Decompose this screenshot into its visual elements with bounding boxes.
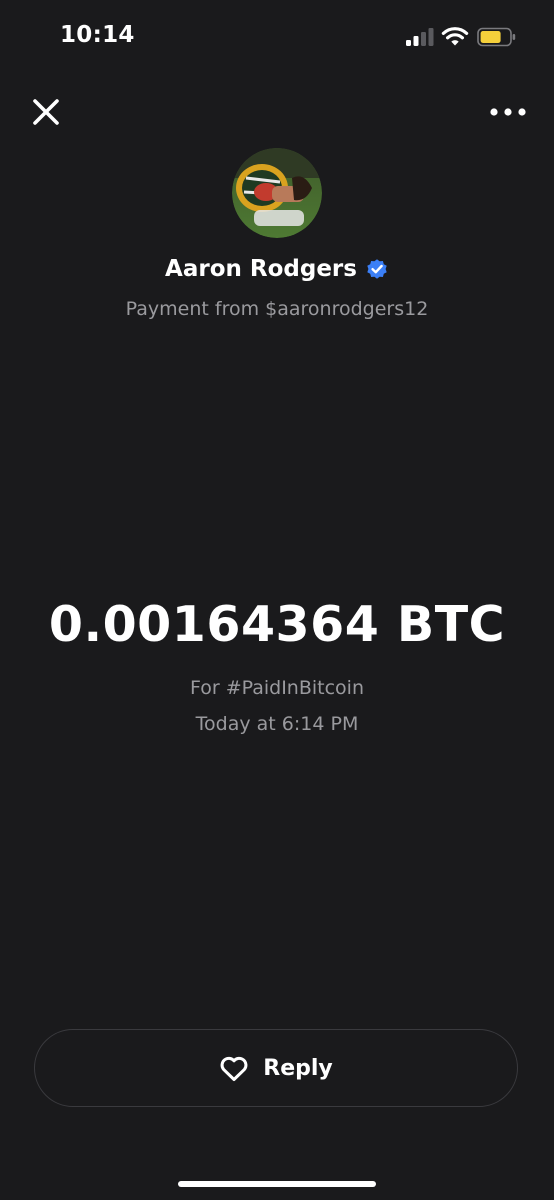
close-button[interactable]: [28, 94, 64, 130]
verified-badge-icon: [367, 259, 387, 279]
battery-icon: [477, 27, 516, 47]
avatar[interactable]: [232, 148, 322, 238]
wifi-icon: [441, 27, 469, 46]
profile-name-row: Aaron Rodgers: [0, 256, 554, 282]
cellular-signal-icon: [406, 28, 434, 46]
payment-memo: For #PaidInBitcoin: [189, 677, 365, 699]
more-options-button[interactable]: [486, 98, 530, 126]
more-horizontal-icon: [490, 108, 526, 116]
close-icon: [33, 99, 59, 125]
profile-name: Aaron Rodgers: [165, 256, 357, 282]
status-time: 10:14: [60, 22, 135, 48]
payment-amount: 0.00164364 BTC: [48, 596, 506, 653]
reply-label: Reply: [263, 1055, 333, 1081]
payment-source: Payment from $aaronrodgers12: [125, 298, 429, 320]
reply-button[interactable]: Reply: [34, 1029, 518, 1107]
home-indicator[interactable]: [178, 1181, 376, 1187]
payment-timestamp: Today at 6:14 PM: [195, 713, 359, 735]
status-bar: 10:14: [0, 0, 554, 70]
heart-icon: [220, 1056, 248, 1081]
